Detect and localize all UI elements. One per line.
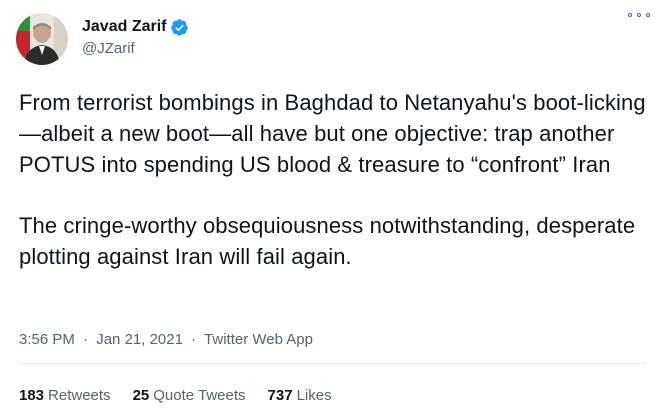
likes-count: 737 [267, 387, 293, 404]
tweet-source[interactable]: Twitter Web App [204, 331, 313, 348]
author-handle[interactable]: @JZarif [82, 39, 189, 59]
meta-separator: · [191, 331, 197, 348]
tweet-paragraph-1: From terrorist bombings in Baghdad to Ne… [19, 90, 646, 177]
more-dot [628, 13, 632, 17]
quote-tweets-count: 25 [132, 387, 150, 404]
verified-badge-icon [170, 18, 189, 37]
retweets-label: Retweets [48, 387, 111, 404]
likes-label: Likes [296, 387, 332, 404]
tweet-card: Javad Zarif @JZarif From terrorist bombi… [0, 0, 660, 420]
author-avatar[interactable] [16, 13, 68, 65]
more-options-icon[interactable] [628, 8, 650, 22]
more-dot [637, 13, 641, 17]
likes-stat[interactable]: 737 Likes [268, 386, 332, 406]
more-dot [646, 13, 650, 17]
tweet-text: From terrorist bombings in Baghdad to Ne… [19, 87, 649, 272]
meta-separator: · [83, 331, 89, 348]
retweets-stat[interactable]: 183 Retweets [19, 386, 111, 406]
tweet-header: Javad Zarif @JZarif [16, 12, 646, 70]
name-row: Javad Zarif [82, 16, 189, 38]
quote-tweets-label: Quote Tweets [153, 387, 246, 404]
retweets-count: 183 [19, 387, 45, 404]
tweet-time[interactable]: 3:56 PM [19, 331, 75, 348]
author-display-name[interactable]: Javad Zarif [82, 17, 166, 37]
tweet-meta: 3:56 PM · Jan 21, 2021 · Twitter Web App [19, 330, 313, 350]
tweet-stats: 183 Retweets 25 Quote Tweets 737 Likes [19, 386, 354, 406]
tweet-paragraph-2: The cringe-worthy obsequiousness notwith… [19, 213, 636, 269]
divider [19, 363, 646, 364]
quote-tweets-stat[interactable]: 25 Quote Tweets [133, 386, 246, 406]
author-names: Javad Zarif @JZarif [82, 16, 189, 59]
tweet-date[interactable]: Jan 21, 2021 [96, 331, 183, 348]
user-avatar-photo-icon [16, 13, 68, 65]
